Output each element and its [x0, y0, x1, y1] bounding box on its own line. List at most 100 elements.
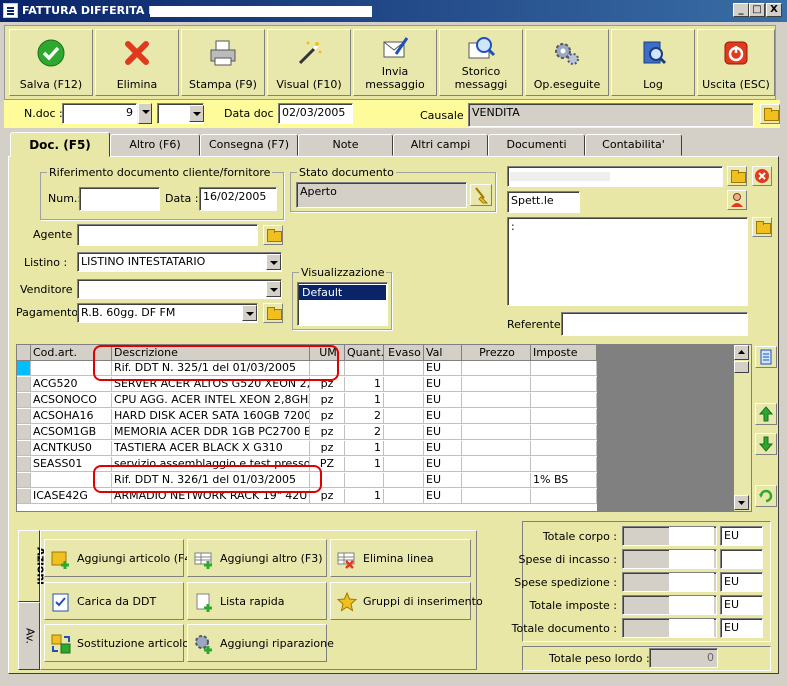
grid-cell-evaso[interactable]: [384, 441, 424, 456]
grid-cell-val[interactable]: EU: [424, 425, 462, 440]
grid-cell-prezzo[interactable]: [462, 441, 531, 456]
grid-cell-quant[interactable]: 1: [345, 441, 384, 456]
grid-cell-val[interactable]: EU: [424, 393, 462, 408]
grid-cell-cod[interactable]: ACSOHA16: [31, 409, 112, 424]
grid-cell-quant[interactable]: 2: [345, 425, 384, 440]
grid-cell-um[interactable]: pz: [310, 409, 345, 424]
scroll-thumb[interactable]: [734, 361, 749, 373]
print-button[interactable]: Stampa (F9): [181, 29, 265, 96]
referente-input[interactable]: [561, 312, 748, 336]
grid-cell-quant[interactable]: [345, 473, 384, 488]
tab-note[interactable]: Note: [298, 134, 393, 156]
grid-cell-prezzo[interactable]: [462, 377, 531, 392]
tab-altri-campi[interactable]: Altri campi: [393, 134, 488, 156]
grid-cell-evaso[interactable]: [384, 393, 424, 408]
peso-value[interactable]: 0: [649, 648, 718, 668]
visualizzazione-default-item[interactable]: Default: [299, 285, 386, 300]
maximize-button[interactable]: □: [749, 3, 765, 17]
stato-doc-edit-button[interactable]: [470, 184, 492, 206]
grid-cell-prezzo[interactable]: [462, 393, 531, 408]
tab-contabilita[interactable]: Contabilita': [585, 134, 682, 156]
row-selector[interactable]: [17, 377, 31, 392]
grid-cell-evaso[interactable]: [384, 409, 424, 424]
data-input[interactable]: 16/02/2005: [199, 187, 277, 211]
delete-line-button[interactable]: Elimina linea: [330, 539, 471, 577]
grid-cell-val[interactable]: EU: [424, 457, 462, 472]
load-ddt-button[interactable]: Carica da DDT: [44, 582, 184, 620]
listino-select[interactable]: LISTINO INTESTATARIO: [77, 252, 282, 272]
message-history-button[interactable]: Storico messaggi: [439, 29, 523, 96]
total-currency[interactable]: EU: [720, 595, 763, 615]
pagamento-dropdown[interactable]: [242, 305, 257, 321]
grid-cell-quant[interactable]: 1: [345, 489, 384, 504]
visualizzazione-list[interactable]: Default: [297, 282, 388, 326]
grid-header-imposte[interactable]: Imposte: [531, 345, 597, 361]
tab-consegna[interactable]: Consegna (F7): [200, 134, 298, 156]
row-selector[interactable]: [17, 393, 31, 408]
replace-article-button[interactable]: Sostituzione articolo: [44, 624, 189, 662]
scroll-up-button[interactable]: [734, 345, 749, 360]
insert-groups-button[interactable]: Gruppi di inserimento: [330, 582, 483, 620]
grid-cell-val[interactable]: EU: [424, 441, 462, 456]
add-other-button[interactable]: Aggiungi altro (F3): [187, 539, 327, 577]
tab-documenti[interactable]: Documenti: [488, 134, 585, 156]
scroll-down-button[interactable]: [734, 495, 749, 510]
grid-cell-prezzo[interactable]: [462, 457, 531, 472]
grid-cell-prezzo[interactable]: [462, 489, 531, 504]
send-message-button[interactable]: Invia messaggio: [353, 29, 437, 96]
save-button[interactable]: Salva (F12): [9, 29, 93, 96]
grid-cell-imposte[interactable]: [531, 361, 597, 376]
total-value[interactable]: [622, 572, 717, 592]
customer-name-field[interactable]: [507, 166, 723, 187]
row-selector[interactable]: [17, 361, 31, 376]
grid-cell-quant[interactable]: 1: [345, 457, 384, 472]
operations-done-button[interactable]: Op.eseguite: [525, 29, 609, 96]
minimize-button[interactable]: _: [733, 3, 749, 17]
ndoc-spinner[interactable]: [138, 103, 152, 124]
grid-cell-val[interactable]: EU: [424, 489, 462, 504]
grid-cell-imposte[interactable]: [531, 377, 597, 392]
pagamento-select[interactable]: R.B. 60gg. DF FM: [77, 303, 258, 323]
agente-folder-icon[interactable]: [263, 225, 283, 245]
total-currency[interactable]: EU: [720, 572, 763, 592]
grid-cell-evaso[interactable]: [384, 361, 424, 376]
grid-cell-imposte[interactable]: [531, 489, 597, 504]
venditore-select[interactable]: [77, 279, 282, 299]
grid-cell-um[interactable]: pz: [310, 441, 345, 456]
grid-cell-prezzo[interactable]: [462, 361, 531, 376]
row-selector[interactable]: [17, 457, 31, 472]
pagamento-folder-icon[interactable]: [263, 303, 283, 323]
address-folder-icon[interactable]: [752, 217, 772, 237]
grid-cell-imposte[interactable]: 1% BS: [531, 473, 597, 488]
grid-cell-val[interactable]: EU: [424, 409, 462, 424]
causale-folder-icon[interactable]: [760, 104, 780, 124]
agente-input[interactable]: [77, 224, 258, 246]
grid-cell-cod[interactable]: ACSONOCO: [31, 393, 112, 408]
grid-cell-prezzo[interactable]: [462, 473, 531, 488]
move-row-up-button[interactable]: [755, 403, 777, 425]
grid-cell-evaso[interactable]: [384, 473, 424, 488]
grid-cell-val[interactable]: EU: [424, 377, 462, 392]
customer-contact-button[interactable]: [727, 190, 747, 210]
ndoc-suffix-dropdown[interactable]: [189, 105, 204, 122]
row-selector[interactable]: [17, 441, 31, 456]
grid-cell-evaso[interactable]: [384, 489, 424, 504]
row-selector[interactable]: [17, 425, 31, 440]
grid-cell-evaso[interactable]: [384, 425, 424, 440]
quick-list-button[interactable]: Lista rapida: [187, 582, 327, 620]
add-repair-button[interactable]: Aggiungi riparazione: [187, 624, 334, 662]
grid-cell-val[interactable]: EU: [424, 361, 462, 376]
row-selector[interactable]: [17, 473, 31, 488]
total-value[interactable]: [622, 595, 717, 615]
add-article-button[interactable]: Aggiungi articolo (F4): [44, 539, 196, 577]
customer-folder-icon[interactable]: [727, 166, 747, 186]
grid-cell-desc[interactable]: TASTIERA ACER BLACK X G310: [112, 441, 310, 456]
grid-header-prezzo[interactable]: Prezzo: [462, 345, 531, 361]
customer-address-field[interactable]: :: [507, 217, 748, 306]
grid-cell-cod[interactable]: ACSOM1GB: [31, 425, 112, 440]
row-selector[interactable]: [17, 409, 31, 424]
move-row-down-button[interactable]: [755, 433, 777, 455]
datadoc-input[interactable]: 02/03/2005: [278, 103, 353, 124]
grid-cell-evaso[interactable]: [384, 457, 424, 472]
grid-refresh-button[interactable]: [755, 485, 777, 507]
